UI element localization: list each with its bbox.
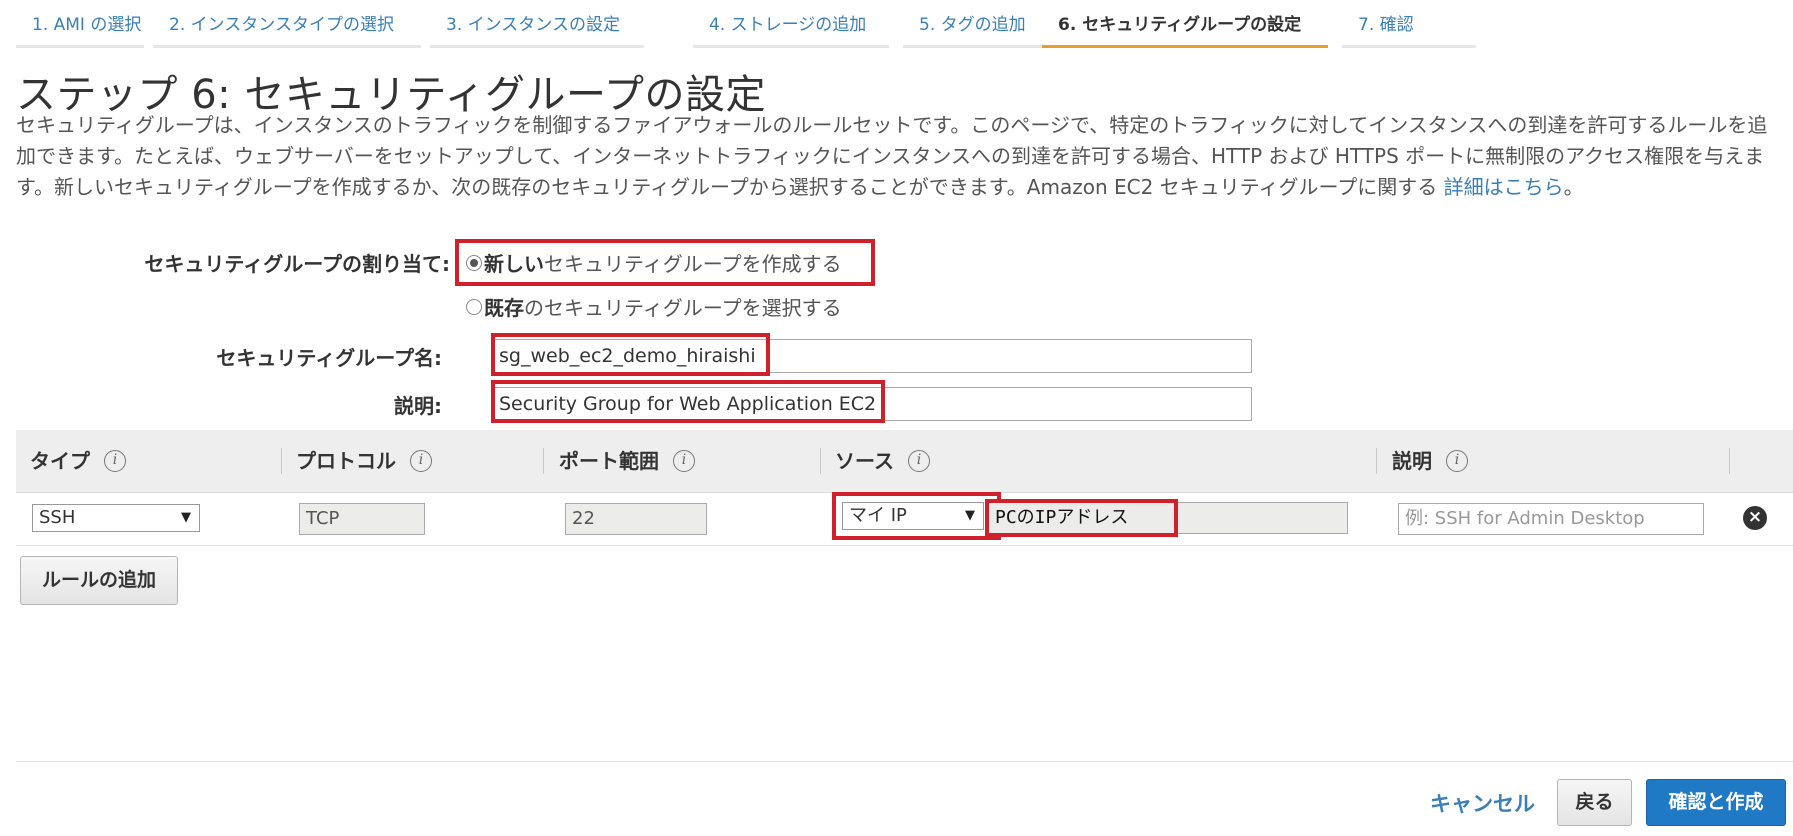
cancel-link[interactable]: キャンセル — [1430, 788, 1535, 818]
tab-instance-config[interactable]: 3. インスタンスの設定 — [430, 0, 644, 48]
tab-review[interactable]: 7. 確認 — [1342, 0, 1476, 48]
highlight-box-source-ip — [985, 499, 1178, 537]
rule-description-input[interactable]: 例: SSH for Admin Desktop — [1398, 503, 1704, 535]
dropdown-arrow-icon: ▼ — [181, 510, 191, 525]
wizard-tabs: 1. AMI の選択 2. インスタンスタイプの選択 3. インスタンスの設定 … — [16, 0, 1476, 50]
highlight-box-group-name — [491, 333, 770, 376]
column-divider — [1376, 448, 1377, 474]
learn-more-link[interactable]: 詳細はこちら — [1444, 175, 1564, 199]
group-name-label: セキュリティグループ名: — [216, 346, 442, 370]
type-select[interactable]: SSH ▼ — [32, 504, 200, 532]
info-icon[interactable]: i — [908, 450, 930, 472]
radio-existing-label: のセキュリティグループを選択する — [524, 296, 842, 320]
header-description: 説明 i — [1392, 430, 1468, 492]
header-type: タイプ i — [30, 430, 126, 492]
tab-tags[interactable]: 5. タグの追加 — [903, 0, 1051, 48]
tab-ami[interactable]: 1. AMI の選択 — [16, 0, 144, 48]
info-icon[interactable]: i — [410, 450, 432, 472]
remove-rule-icon[interactable]: × — [1743, 506, 1767, 530]
group-desc-label: 説明: — [394, 394, 442, 418]
radio-existing-group[interactable]: 既存 のセキュリティグループを選択する — [466, 292, 842, 321]
page-description: セキュリティグループは、インスタンスのトラフィックを制御するファイアウォールのル… — [16, 110, 1786, 203]
add-rule-button[interactable]: ルールの追加 — [20, 556, 178, 605]
tab-storage[interactable]: 4. ストレージの追加 — [693, 0, 889, 48]
protocol-field: TCP — [299, 503, 425, 535]
header-protocol-label: プロトコル — [296, 449, 396, 473]
type-select-value: SSH — [39, 507, 76, 528]
rule-row: SSH ▼ TCP 22 マイ IP ▼ PCのIPアドレス 例: SSH for … — [16, 492, 1793, 546]
info-icon[interactable]: i — [104, 450, 126, 472]
rules-table-header: タイプ i プロトコル i ポート範囲 i ソース i 説明 i — [16, 430, 1793, 493]
highlight-box-source-select — [832, 492, 1001, 540]
review-and-launch-button[interactable]: 確認と作成 — [1646, 779, 1786, 826]
column-divider — [281, 448, 282, 474]
header-protocol: プロトコル i — [296, 430, 432, 492]
header-description-label: 説明 — [1392, 449, 1432, 473]
footer-divider — [16, 761, 1793, 762]
header-source: ソース i — [835, 430, 930, 492]
back-button[interactable]: 戻る — [1557, 779, 1632, 826]
assign-label: セキュリティグループの割り当て: — [144, 252, 450, 276]
header-port-label: ポート範囲 — [559, 449, 659, 473]
radio-existing-bold: 既存 — [484, 296, 524, 320]
radio-existing-button[interactable] — [466, 298, 482, 315]
header-source-label: ソース — [835, 449, 894, 473]
column-divider — [1729, 448, 1730, 474]
description-end: 。 — [1563, 175, 1584, 199]
header-port: ポート範囲 i — [559, 430, 695, 492]
tab-instance-type[interactable]: 2. インスタンスタイプの選択 — [153, 0, 421, 48]
port-range-field: 22 — [565, 503, 707, 535]
column-divider — [820, 448, 821, 474]
info-icon[interactable]: i — [1446, 450, 1468, 472]
highlight-box-group-desc — [491, 380, 885, 423]
info-icon[interactable]: i — [673, 450, 695, 472]
header-type-label: タイプ — [30, 449, 90, 473]
column-divider — [543, 448, 544, 474]
tab-security-group[interactable]: 6. セキュリティグループの設定 — [1042, 0, 1328, 48]
highlight-box-new-group — [455, 239, 875, 286]
